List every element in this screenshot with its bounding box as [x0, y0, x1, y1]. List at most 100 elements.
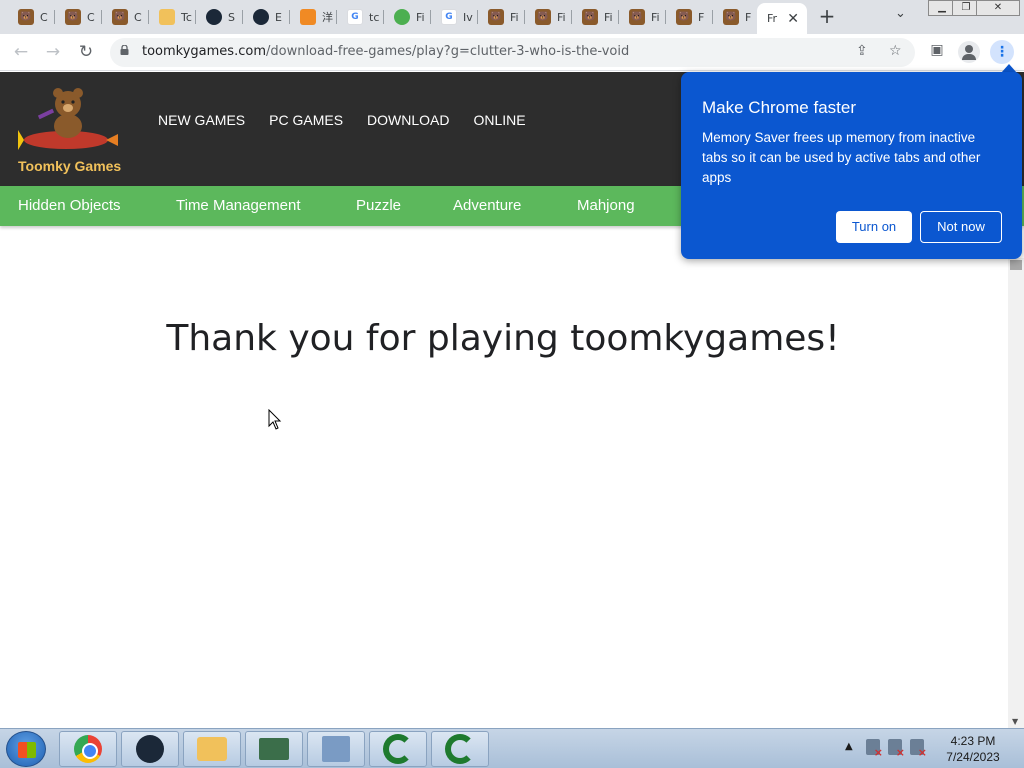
category-hidden-objects[interactable]: Hidden Objects — [18, 197, 121, 214]
browser-tab[interactable]: 洋 — [290, 4, 337, 30]
google-favicon: G — [347, 9, 363, 25]
tab-title: E — [275, 10, 282, 24]
tab-title: Tc — [181, 10, 192, 24]
address-bar[interactable]: toomkygames.com/download-free-games/play… — [110, 38, 915, 67]
tab-title: Fi — [416, 10, 425, 24]
chrome-icon — [74, 735, 102, 763]
browser-tab[interactable]: E — [243, 4, 290, 30]
new-tab-button[interactable]: + — [816, 5, 838, 27]
back-arrow-icon[interactable]: ← — [9, 41, 33, 65]
tab-title: Fr — [767, 12, 778, 25]
tab-title: C — [87, 10, 95, 24]
taskbar-chrome[interactable] — [59, 731, 117, 767]
show-hidden-icons-icon[interactable]: ▲ — [845, 741, 853, 752]
monitor-icon — [259, 738, 289, 760]
url-text: toomkygames.com/download-free-games/play… — [142, 44, 629, 59]
tab-search-chevron-icon[interactable]: ⌄ — [895, 6, 906, 21]
steam-icon — [136, 735, 164, 763]
taskbar-monitor-app[interactable] — [245, 731, 303, 767]
toomky-bear-rocket-logo[interactable] — [18, 82, 118, 162]
not-now-button[interactable]: Not now — [920, 211, 1002, 243]
browser-tab[interactable]: 🐻 Fi — [619, 4, 666, 30]
main-nav: NEW GAMES PC GAMES DOWNLOAD ONLINE — [158, 112, 526, 128]
folder-icon — [197, 737, 227, 761]
toomky-favicon: 🐻 — [65, 9, 81, 25]
system-clock[interactable]: 4:23 PM 7/24/2023 — [936, 733, 1010, 765]
reload-icon[interactable]: ↻ — [74, 41, 98, 65]
folder-favicon — [159, 9, 175, 25]
bubble-title: Make Chrome faster — [702, 98, 856, 117]
scrollbar-thumb[interactable] — [1010, 260, 1022, 270]
browser-tab[interactable]: G tc — [337, 4, 384, 30]
category-adventure[interactable]: Adventure — [453, 197, 521, 214]
browser-tab[interactable]: Tc — [149, 4, 196, 30]
tab-title: tc — [369, 10, 380, 24]
profile-avatar-icon[interactable] — [958, 41, 980, 63]
toomky-favicon: 🐻 — [629, 9, 645, 25]
clock-date: 7/24/2023 — [946, 750, 1000, 764]
browser-tab[interactable]: S — [196, 4, 243, 30]
bookmark-star-icon[interactable]: ☆ — [889, 43, 902, 59]
installer-icon — [322, 736, 350, 762]
browser-tab[interactable]: G Iv — [431, 4, 478, 30]
taskbar-steam[interactable] — [121, 731, 179, 767]
network-icon[interactable] — [888, 739, 905, 759]
category-puzzle[interactable]: Puzzle — [356, 197, 401, 214]
tab-title: S — [228, 10, 235, 24]
tab-title: C — [134, 10, 142, 24]
share-icon[interactable]: ⇪ — [856, 43, 868, 59]
action-center-icon[interactable] — [866, 739, 883, 759]
turn-on-button[interactable]: Turn on — [836, 211, 912, 243]
tab-close-icon[interactable]: ✕ — [787, 11, 799, 27]
side-panel-icon[interactable]: ▣ — [926, 42, 948, 64]
tab-title: F — [745, 10, 752, 24]
taskbar-explorer[interactable] — [183, 731, 241, 767]
toomky-favicon: 🐻 — [112, 9, 128, 25]
browser-tab[interactable]: 🐻 F — [666, 4, 713, 30]
category-time-management[interactable]: Time Management — [176, 197, 301, 214]
close-window-button[interactable]: ✕ — [976, 0, 1020, 16]
scroll-down-arrow-icon[interactable]: ▼ — [1012, 717, 1018, 726]
taskbar-installer[interactable] — [307, 731, 365, 767]
browser-tab[interactable]: 🐻 Fi — [525, 4, 572, 30]
lock-icon[interactable] — [120, 45, 129, 55]
taskbar-c-app[interactable] — [431, 731, 489, 767]
category-mahjong[interactable]: Mahjong — [577, 197, 635, 214]
browser-tab[interactable]: 🐻 Fi — [572, 4, 619, 30]
google-favicon: G — [441, 9, 457, 25]
toomky-favicon: 🐻 — [676, 9, 692, 25]
tab-title: Fi — [510, 10, 519, 24]
nav-online[interactable]: ONLINE — [473, 112, 525, 128]
browser-tab[interactable]: 🐻 C — [55, 4, 102, 30]
tab-title: F — [698, 10, 705, 24]
chrome-menu-icon[interactable]: ⋮ — [990, 40, 1014, 64]
c-app-icon — [445, 734, 475, 764]
steam-favicon — [206, 9, 222, 25]
tab-strip: 🐻 C 🐻 C 🐻 C Tc S E 洋 G tc Fi G Iv 🐻 Fi 🐻… — [0, 0, 1024, 34]
browser-tab[interactable]: 🐻 F — [713, 4, 757, 30]
volume-muted-icon[interactable] — [910, 739, 927, 759]
nav-pc-games[interactable]: PC GAMES — [269, 112, 343, 128]
browser-tab[interactable]: 🐻 C — [102, 4, 149, 30]
c-app-icon — [383, 734, 413, 764]
start-button[interactable] — [6, 731, 46, 767]
browser-toolbar: ← → ↻ toomkygames.com/download-free-game… — [0, 34, 1024, 71]
browser-tab[interactable]: Fi — [384, 4, 431, 30]
page-scrollbar[interactable]: ▼ — [1008, 258, 1024, 728]
windows-taskbar: ▲ 4:23 PM 7/24/2023 — [0, 728, 1024, 768]
system-tray — [866, 739, 927, 759]
taskbar-c-app[interactable] — [369, 731, 427, 767]
toomky-favicon: 🐻 — [723, 9, 739, 25]
browser-tab-active[interactable]: Fr ✕ — [757, 3, 807, 34]
bubble-body: Memory Saver frees up memory from inacti… — [702, 130, 981, 185]
thank-you-heading: Thank you for playing toomkygames! — [166, 318, 840, 359]
forward-arrow-icon[interactable]: → — [41, 41, 65, 65]
nav-new-games[interactable]: NEW GAMES — [158, 112, 245, 128]
browser-tab[interactable]: 🐻 C — [8, 4, 55, 30]
tab-title: Iv — [463, 10, 473, 24]
memory-saver-bubble: Make Chrome faster Memory Saver frees up… — [681, 72, 1022, 259]
nav-download[interactable]: DOWNLOAD — [367, 112, 449, 128]
toomky-favicon: 🐻 — [488, 9, 504, 25]
browser-tab[interactable]: 🐻 Fi — [478, 4, 525, 30]
logo-text[interactable]: Toomky Games — [18, 158, 121, 174]
